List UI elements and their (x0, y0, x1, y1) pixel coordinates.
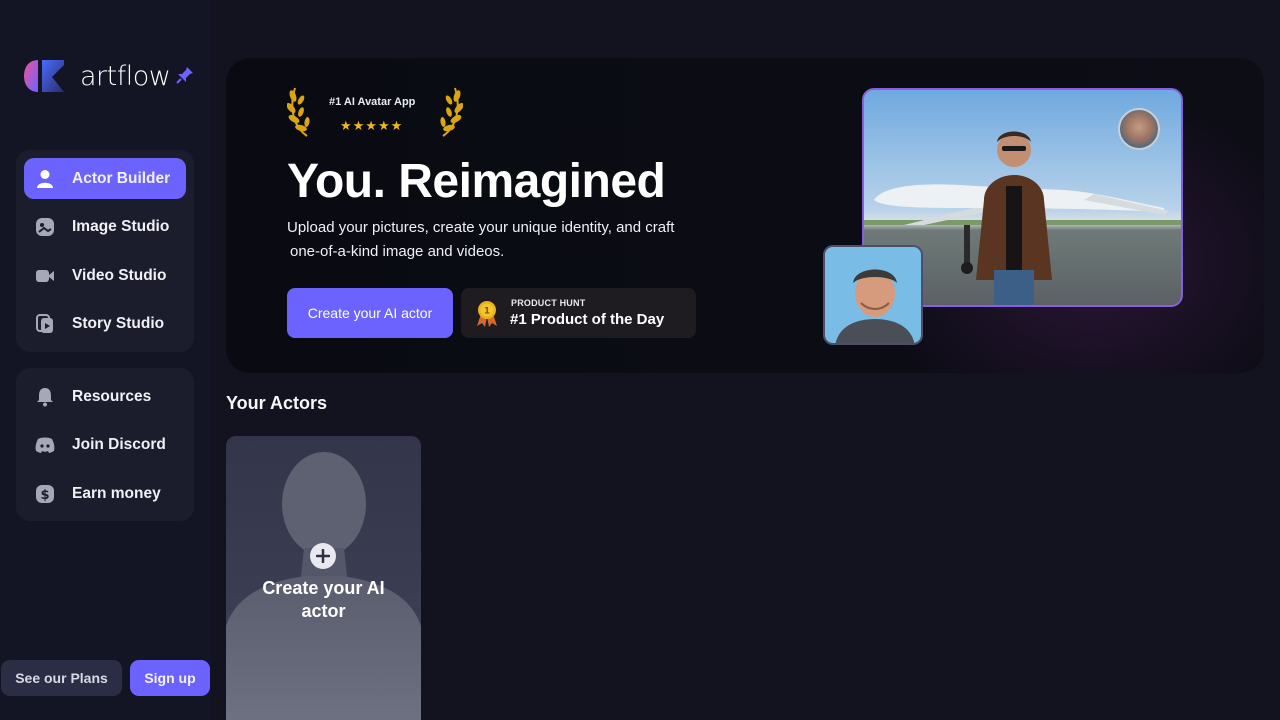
sidebar-item-label: Earn money (72, 484, 161, 502)
sidebar-item-label: Join Discord (72, 436, 166, 453)
primary-nav: Actor Builder Image Studio Video Studio … (16, 150, 194, 352)
hero-photo-portrait (823, 245, 923, 345)
sidebar-item-label: Image Studio (72, 218, 170, 235)
story-icon (34, 313, 56, 335)
sidebar-item-label: Video Studio (72, 266, 167, 284)
sidebar-item-label: Resources (72, 387, 152, 405)
see-plans-button[interactable]: See our Plans (1, 660, 122, 696)
sidebar-item-video-studio[interactable]: Video Studio (24, 255, 186, 296)
add-actor-icon[interactable] (310, 543, 336, 569)
sidebar-item-resources[interactable]: Resources (24, 376, 186, 417)
create-actor-label: Create your AI actor (262, 578, 385, 621)
create-ai-actor-button[interactable]: Create your AI actor (287, 288, 453, 338)
actor-avatar-thumbnail (1118, 108, 1160, 150)
sidebar-item-label: Actor Builder (72, 169, 171, 187)
sidebar-item-join-discord[interactable]: Join Discord (24, 425, 186, 466)
product-hunt-badge[interactable]: 1 PRODUCT HUNT #1 Product of the Day (461, 288, 696, 338)
medal-number: 1 (484, 307, 490, 317)
hero-title: You. Reimagined (287, 155, 666, 208)
sidebar-item-image-studio[interactable]: Image Studio (24, 207, 186, 248)
secondary-nav: Resources Join Discord $ Earn money (16, 368, 194, 521)
pin-icon[interactable] (176, 66, 194, 84)
product-hunt-label: PRODUCT HUNT (511, 298, 586, 308)
product-of-the-day-label: #1 Product of the Day (510, 311, 665, 328)
medal-icon: 1 (475, 300, 499, 328)
hero-subtitle: Upload your pictures, create your unique… (287, 216, 707, 264)
sidebar-item-label: Story Studio (72, 315, 165, 332)
create-actor-card[interactable]: Create your AI actor (226, 436, 421, 720)
hero-banner: #1 AI Avatar App ★★★★★ You. Reimagined U… (226, 58, 1264, 373)
svg-text:$: $ (40, 488, 49, 503)
hero-subtitle-line-2: one-of-a-kind image and videos. (290, 243, 505, 260)
sidebar-item-earn-money[interactable]: $ Earn money (24, 473, 186, 514)
award-badge: #1 AI Avatar App ★★★★★ (287, 86, 463, 138)
sidebar: artflow Actor Builder Image Studio Video… (0, 0, 211, 720)
video-camera-icon (34, 265, 56, 287)
sidebar-item-actor-builder[interactable]: Actor Builder (24, 158, 186, 199)
discord-icon (34, 434, 56, 456)
your-actors-heading: Your Actors (226, 393, 328, 413)
award-title: #1 AI Avatar App (329, 96, 416, 108)
sign-up-button[interactable]: Sign up (130, 660, 210, 696)
image-studio-icon (34, 216, 56, 238)
hero-subtitle-line-1: Upload your pictures, create your unique… (287, 219, 675, 236)
sidebar-item-story-studio[interactable]: Story Studio (24, 304, 186, 345)
artflow-logo-icon (24, 59, 64, 93)
bell-icon (34, 386, 56, 408)
user-icon (34, 168, 56, 190)
dollar-coin-icon: $ (34, 483, 56, 505)
brand-name: artflow (80, 60, 171, 92)
rating-stars: ★★★★★ (340, 118, 404, 133)
